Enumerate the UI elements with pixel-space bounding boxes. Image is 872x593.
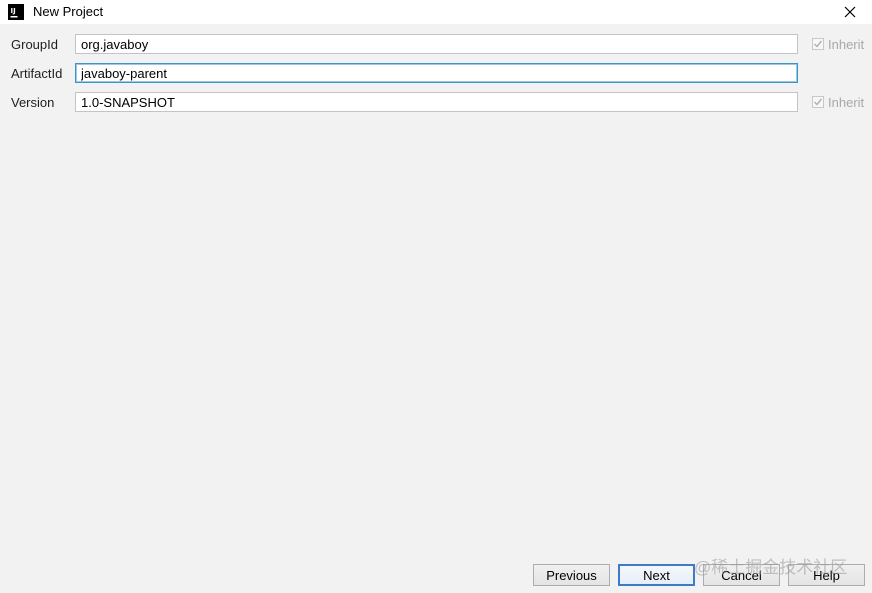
version-inherit-checkbox[interactable]: Inherit: [812, 94, 864, 110]
new-project-dialog: IJ New Project GroupId Inherit ArtifactI…: [0, 0, 872, 593]
version-inherit-label: Inherit: [828, 94, 865, 110]
previous-button[interactable]: Previous: [533, 564, 610, 586]
close-button[interactable]: [832, 0, 868, 24]
window-title: New Project: [33, 4, 104, 19]
version-field[interactable]: [75, 92, 798, 112]
artifactid-field[interactable]: [75, 63, 798, 83]
checkbox-box: [812, 38, 824, 50]
intellij-app-icon: IJ: [8, 4, 24, 20]
check-icon: [814, 98, 823, 106]
version-label: Version: [11, 95, 55, 110]
close-icon: [844, 6, 856, 18]
groupid-inherit-label: Inherit: [828, 36, 865, 52]
groupid-label: GroupId: [11, 37, 58, 52]
next-button[interactable]: Next: [618, 564, 695, 586]
help-button[interactable]: Help: [788, 564, 865, 586]
check-icon: [814, 40, 823, 48]
checkbox-box: [812, 96, 824, 108]
artifactid-label: ArtifactId: [11, 66, 63, 81]
groupid-field[interactable]: [75, 34, 798, 54]
title-bar: IJ New Project: [0, 0, 872, 24]
groupid-inherit-checkbox[interactable]: Inherit: [812, 36, 864, 52]
cancel-button[interactable]: Cancel: [703, 564, 780, 586]
app-icon-text: IJ: [11, 7, 16, 15]
